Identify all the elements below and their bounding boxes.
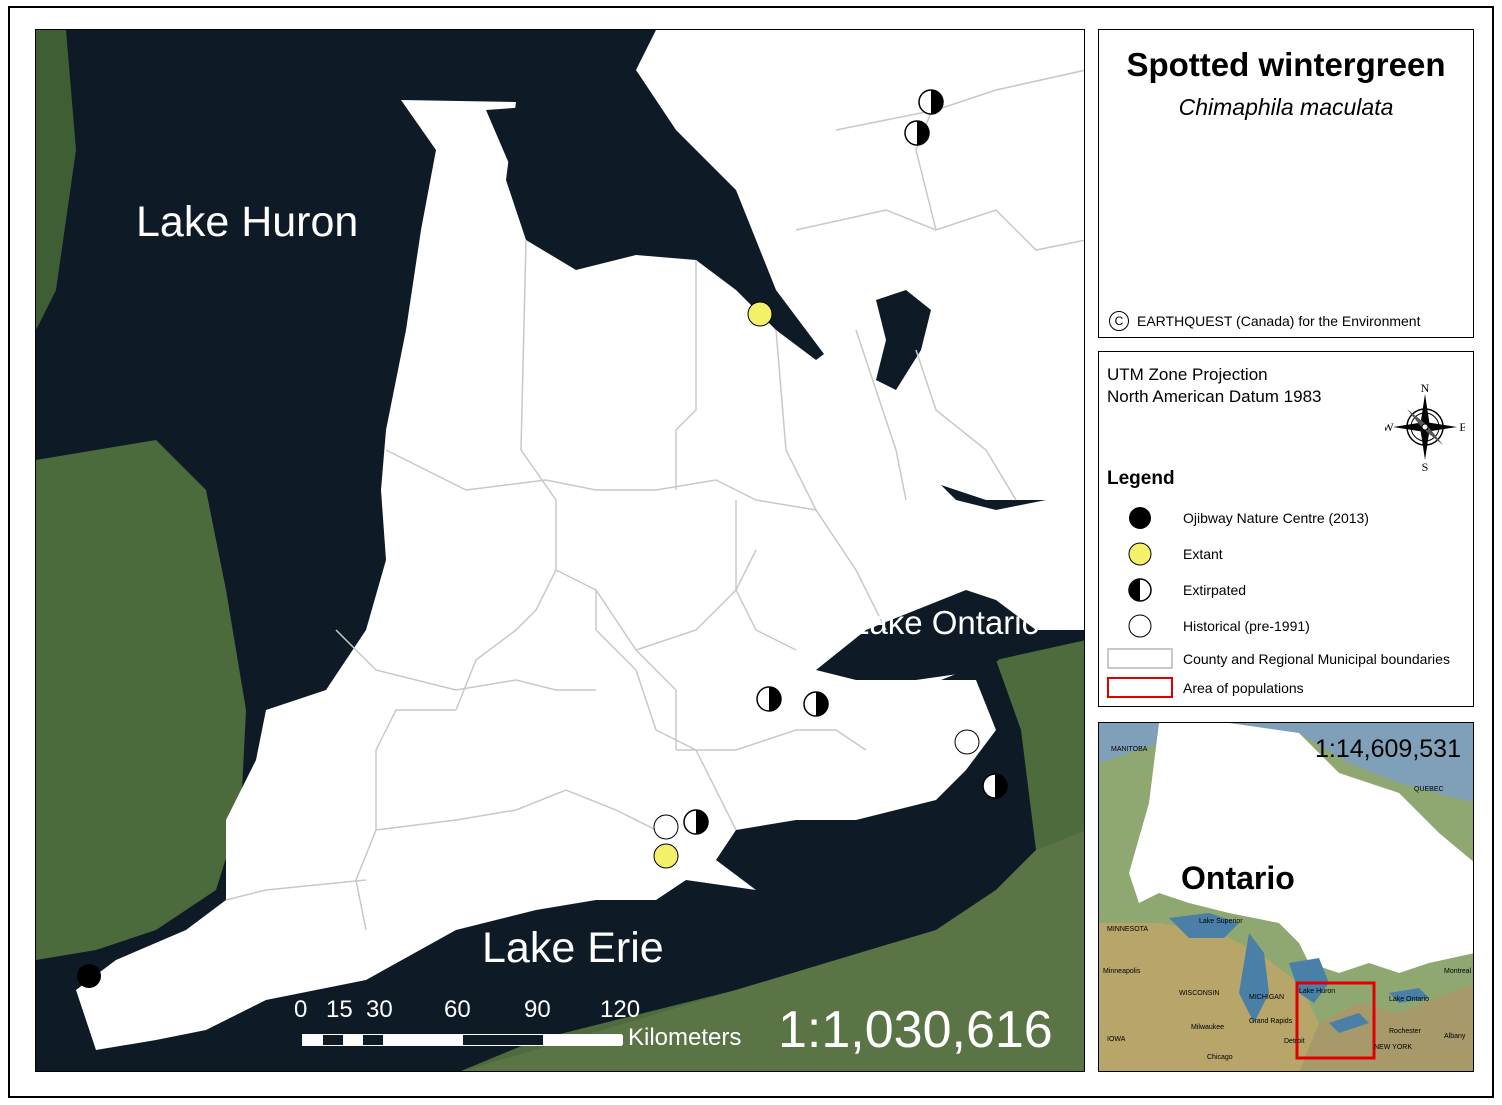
compass-n: N — [1421, 382, 1430, 395]
inset-label-iowa: IOWA — [1107, 1036, 1126, 1043]
legend-items: Ojibway Nature Centre (2013) Extant Exti… — [1107, 500, 1467, 702]
map-scale-ratio: 1:1,030,616 — [778, 1001, 1053, 1059]
copyright-line: C EARTHQUEST (Canada) for the Environmen… — [1109, 311, 1421, 331]
inset-map: MANITOBA QUEBEC MINNESOTA WISCONSIN MICH… — [1098, 722, 1474, 1072]
inset-label-lake-huron: Lake Huron — [1299, 988, 1335, 995]
inset-scale-ratio: 1:14,609,531 — [1315, 735, 1461, 763]
extirpated-point — [982, 773, 1008, 799]
legend-item-boundaries: County and Regional Municipal boundaries — [1107, 644, 1467, 673]
legend-item-historical: Historical (pre-1991) — [1107, 608, 1467, 644]
extirpated-point — [683, 809, 709, 835]
scale-tick-90: 90 — [524, 996, 551, 1023]
grey-rect-icon — [1107, 648, 1173, 669]
inset-label-minnesota: MINNESOTA — [1107, 926, 1148, 933]
legend-item-extirpated: Extirpated — [1107, 572, 1467, 608]
compass-w: W — [1385, 420, 1394, 434]
historical-point — [954, 729, 980, 755]
legend-label: Area of populations — [1183, 679, 1304, 696]
compass-e: E — [1459, 420, 1465, 434]
legend-item-extant: Extant — [1107, 536, 1467, 572]
black-dot-icon — [1129, 507, 1151, 529]
scale-tick-15: 15 — [326, 996, 353, 1023]
legend-label: County and Regional Municipal boundaries — [1183, 650, 1450, 667]
extant-point — [747, 301, 773, 327]
inset-label-rochester: Rochester — [1389, 1028, 1422, 1035]
scale-bar: 0 15 30 60 90 120 Kilometers — [294, 996, 774, 1056]
scale-tick-60: 60 — [444, 996, 471, 1023]
scale-unit: Kilometers — [628, 1024, 742, 1051]
extirpated-point — [756, 686, 782, 712]
legend-item-area: Area of populations — [1107, 673, 1467, 702]
scale-tick-0: 0 — [294, 996, 308, 1023]
legend-item-ojibway: Ojibway Nature Centre (2013) — [1107, 500, 1467, 536]
legend-box: UTM Zone Projection North American Datum… — [1098, 351, 1474, 707]
inset-label-new-york: NEW YORK — [1374, 1044, 1412, 1051]
inset-label-albany: Albany — [1444, 1033, 1466, 1040]
compass-rose-icon: N S E W — [1385, 382, 1465, 472]
scientific-name: Chimaphila maculata — [1178, 94, 1394, 120]
ojibway-point — [77, 964, 101, 988]
historical-point — [653, 814, 679, 840]
copyright-icon: C — [1109, 311, 1129, 331]
extirpated-point — [904, 120, 930, 146]
inset-region-label: Ontario — [1181, 860, 1295, 896]
inset-canvas: MANITOBA QUEBEC MINNESOTA WISCONSIN MICH… — [1099, 723, 1473, 1071]
inset-label-manitoba: MANITOBA — [1111, 746, 1148, 753]
legend-title: Legend — [1107, 468, 1175, 489]
legend-label: Extant — [1183, 546, 1223, 562]
inset-label-lake-ontario: Lake Ontario — [1389, 996, 1429, 1003]
inset-label-minneapolis: Minneapolis — [1103, 968, 1141, 975]
copyright-text: EARTHQUEST (Canada) for the Environment — [1137, 313, 1421, 329]
inset-label-lake-superior: Lake Superior — [1199, 918, 1243, 925]
red-rect-icon — [1107, 677, 1173, 698]
inset-label-detroit: Detroit — [1284, 1038, 1305, 1045]
extant-point — [653, 843, 679, 869]
projection-info: UTM Zone Projection North American Datum… — [1107, 364, 1322, 408]
scale-tick-30: 30 — [366, 996, 393, 1023]
projection-line-1: UTM Zone Projection — [1107, 365, 1268, 384]
legend-label: Ojibway Nature Centre (2013) — [1183, 510, 1369, 526]
extirpated-point — [918, 89, 944, 115]
inset-label-milwaukee: Milwaukee — [1191, 1024, 1224, 1031]
half-dot-icon — [1128, 578, 1152, 602]
population-points — [77, 89, 1008, 988]
extirpated-point — [803, 691, 829, 717]
legend-label: Historical (pre-1991) — [1183, 618, 1310, 634]
yellow-dot-icon — [1128, 542, 1152, 566]
inset-label-michigan: MICHIGAN — [1249, 994, 1284, 1001]
inset-label-wisconsin: WISCONSIN — [1179, 990, 1219, 997]
inset-label-montreal: Montreal — [1444, 968, 1472, 975]
main-map: Lake Huron Lake Ontario Lake Erie 0 15 3… — [35, 29, 1085, 1072]
inset-label-quebec: QUEBEC — [1414, 786, 1444, 793]
projection-line-2: North American Datum 1983 — [1107, 387, 1322, 406]
legend-label: Extirpated — [1183, 582, 1247, 598]
scale-tick-120: 120 — [600, 996, 641, 1023]
compass-s: S — [1422, 460, 1429, 472]
inset-label-chicago: Chicago — [1207, 1054, 1233, 1061]
map-title: Spotted wintergreen — [1126, 46, 1446, 83]
inset-label-grand-rapids: Grand Rapids — [1249, 1018, 1293, 1025]
title-box: Spotted wintergreen Chimaphila maculata … — [1098, 29, 1474, 338]
white-dot-icon — [1128, 614, 1152, 638]
